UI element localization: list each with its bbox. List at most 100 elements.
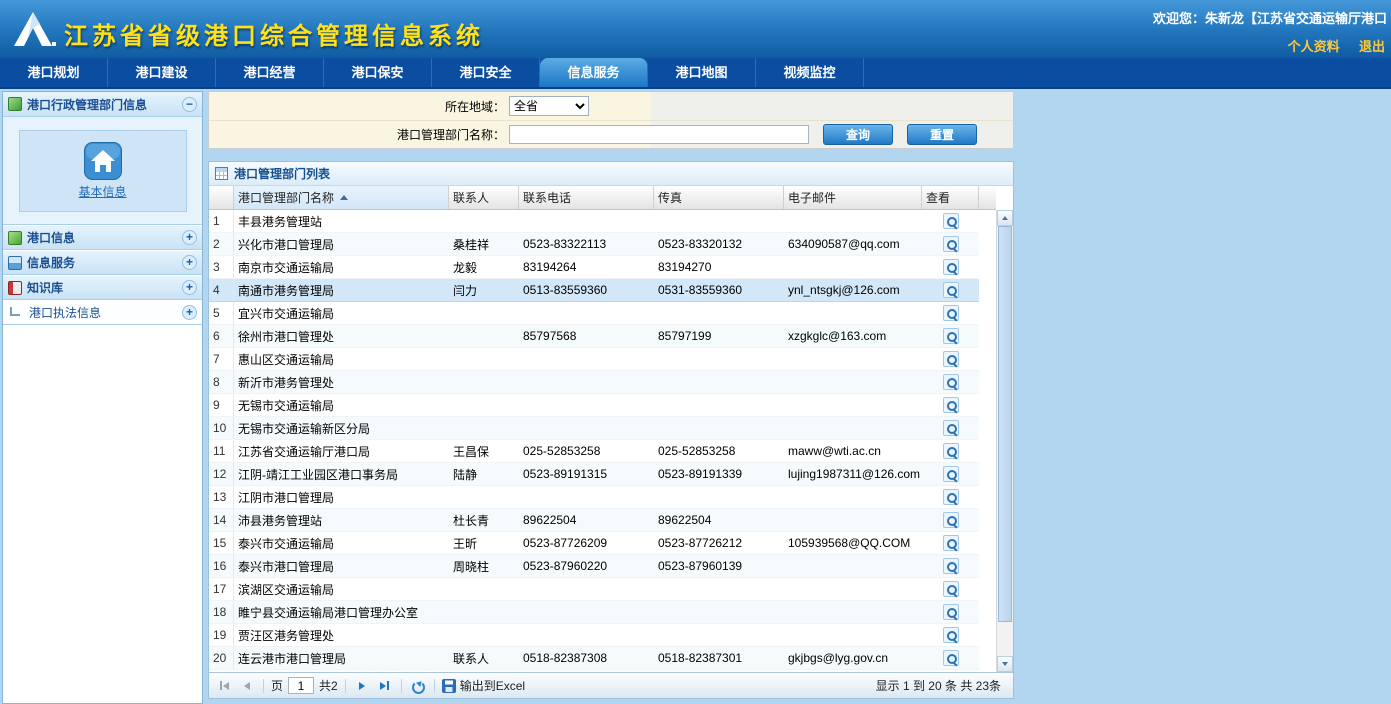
table-row[interactable]: 11江苏省交通运输厅港口局王昌保025-52853258025-52853258… (209, 440, 979, 463)
dept-name-input[interactable] (509, 125, 809, 144)
query-button[interactable]: 查询 (823, 124, 893, 145)
view-details-button[interactable] (943, 466, 959, 482)
vertical-scrollbar[interactable] (996, 210, 1013, 672)
view-details-button[interactable] (943, 489, 959, 505)
table-row[interactable]: 5宜兴市交通运输局 (209, 302, 979, 325)
view-details-button[interactable] (943, 374, 959, 390)
cell-phone: 0523-89191315 (519, 463, 654, 485)
view-details-button[interactable] (943, 259, 959, 275)
table-row[interactable]: 10无锡市交通运输新区分局 (209, 417, 979, 440)
nav-tab[interactable]: 信息服务 (540, 58, 648, 87)
view-details-button[interactable] (943, 213, 959, 229)
column-header[interactable]: 电子邮件 (784, 186, 922, 209)
table-row[interactable]: 20连云港市港口管理局联系人0518-823873080518-82387301… (209, 647, 979, 670)
reset-button[interactable]: 重置 (907, 124, 977, 145)
table-row[interactable]: 8新沂市港务管理处 (209, 371, 979, 394)
column-header[interactable]: 联系人 (449, 186, 519, 209)
column-header[interactable]: 查看 (922, 186, 979, 209)
refresh-button[interactable] (409, 677, 427, 695)
view-details-button[interactable] (943, 535, 959, 551)
scroll-up-button[interactable] (997, 210, 1013, 226)
nav-tab[interactable]: 港口安全 (432, 58, 540, 87)
view-details-button[interactable] (943, 512, 959, 528)
table-row[interactable]: 14沛县港务管理站杜长青8962250489622504 (209, 509, 979, 532)
view-details-button[interactable] (943, 650, 959, 666)
page-number-input[interactable] (288, 677, 314, 694)
table-row[interactable]: 2兴化市港口管理局桑桂祥0523-833221130523-8332013263… (209, 233, 979, 256)
region-label: 所在地域： (209, 98, 505, 115)
view-details-button[interactable] (943, 558, 959, 574)
sidebar-section[interactable]: 知识库+ (3, 275, 202, 300)
column-header[interactable]: 传真 (654, 186, 784, 209)
view-details-button[interactable] (943, 351, 959, 367)
cell-view (922, 371, 979, 393)
admin-dept-icon (8, 97, 22, 111)
cell-view (922, 256, 979, 278)
scrollbar-thumb[interactable] (998, 226, 1012, 622)
sidebar-section[interactable]: 信息服务+ (3, 250, 202, 275)
cell-phone (519, 371, 654, 393)
nav-tab[interactable]: 港口保安 (324, 58, 432, 87)
table-row[interactable]: 7惠山区交通运输局 (209, 348, 979, 371)
table-row[interactable]: 9无锡市交通运输局 (209, 394, 979, 417)
cell-name: 徐州市港口管理处 (234, 325, 449, 347)
view-details-button[interactable] (943, 236, 959, 252)
cell-name: 无锡市交通运输局 (234, 394, 449, 416)
grid-body: 1丰县港务管理站2兴化市港口管理局桑桂祥0523-833221130523-83… (209, 210, 1013, 672)
view-details-button[interactable] (943, 627, 959, 643)
sidebar-section[interactable]: 港口信息+ (3, 225, 202, 250)
column-header[interactable]: 联系电话 (519, 186, 654, 209)
nav-tab[interactable]: 港口地图 (648, 58, 756, 87)
region-select[interactable]: 全省 (509, 96, 589, 116)
table-row[interactable]: 1丰县港务管理站 (209, 210, 979, 233)
sidebar-panel-header[interactable]: 港口行政管理部门信息 − (3, 92, 202, 117)
view-details-button[interactable] (943, 305, 959, 321)
logout-link[interactable]: 退出 (1359, 39, 1385, 54)
view-details-button[interactable] (943, 397, 959, 413)
view-details-button[interactable] (943, 581, 959, 597)
table-row[interactable]: 6徐州市港口管理处8579756885797199xzgkglc@163.com (209, 325, 979, 348)
expand-button[interactable]: + (182, 280, 197, 295)
nav-tab[interactable]: 港口规划 (0, 58, 108, 87)
profile-link[interactable]: 个人资料 (1288, 39, 1340, 54)
column-header[interactable]: 港口管理部门名称 (234, 186, 449, 209)
table-row[interactable]: 12江阴-靖江工业园区港口事务局陆静0523-891913150523-8919… (209, 463, 979, 486)
table-row[interactable]: 4南通市港务管理局闫力0513-835593600531-83559360ynl… (209, 279, 979, 302)
export-excel-button[interactable]: 输出到Excel (442, 677, 525, 694)
cell-email (784, 486, 922, 508)
expand-button[interactable]: + (182, 305, 197, 320)
prev-page-button[interactable] (238, 677, 256, 695)
collapse-button[interactable]: − (182, 97, 197, 112)
next-page-button[interactable] (353, 677, 371, 695)
sidebar-section[interactable]: 港口执法信息+ (3, 300, 202, 325)
nav-tab[interactable]: 视频监控 (756, 58, 864, 87)
view-details-button[interactable] (943, 420, 959, 436)
arrow-left-icon (244, 682, 250, 690)
basic-info-label[interactable]: 基本信息 (78, 183, 126, 200)
expand-button[interactable]: + (182, 230, 197, 245)
expand-button[interactable]: + (182, 255, 197, 270)
cell-email: maww@wti.ac.cn (784, 440, 922, 462)
nav-tab[interactable]: 港口建设 (108, 58, 216, 87)
cell-view (922, 210, 979, 232)
arrow-left-icon (223, 682, 229, 690)
table-row[interactable]: 19贾汪区港务管理处 (209, 624, 979, 647)
basic-info-tile[interactable]: 基本信息 (19, 130, 187, 212)
table-row[interactable]: 18睢宁县交通运输局港口管理办公室 (209, 601, 979, 624)
table-row[interactable]: 3南京市交通运输局龙毅8319426483194270 (209, 256, 979, 279)
view-details-button[interactable] (943, 328, 959, 344)
cell-name: 江阴市港口管理局 (234, 486, 449, 508)
table-row[interactable]: 17滨湖区交通运输局 (209, 578, 979, 601)
view-details-button[interactable] (943, 443, 959, 459)
nav-tab[interactable]: 港口经营 (216, 58, 324, 87)
view-details-button[interactable] (943, 604, 959, 620)
cell-phone (519, 394, 654, 416)
table-row[interactable]: 15泰兴市交通运输局王昕0523-877262090523-8772621210… (209, 532, 979, 555)
view-details-button[interactable] (943, 282, 959, 298)
first-page-button[interactable] (215, 677, 233, 695)
last-page-button[interactable] (376, 677, 394, 695)
table-row[interactable]: 13江阴市港口管理局 (209, 486, 979, 509)
scroll-down-button[interactable] (997, 656, 1013, 672)
table-row[interactable]: 16泰兴市港口管理局周晓柱0523-879602200523-87960139 (209, 555, 979, 578)
cell-view (922, 233, 979, 255)
